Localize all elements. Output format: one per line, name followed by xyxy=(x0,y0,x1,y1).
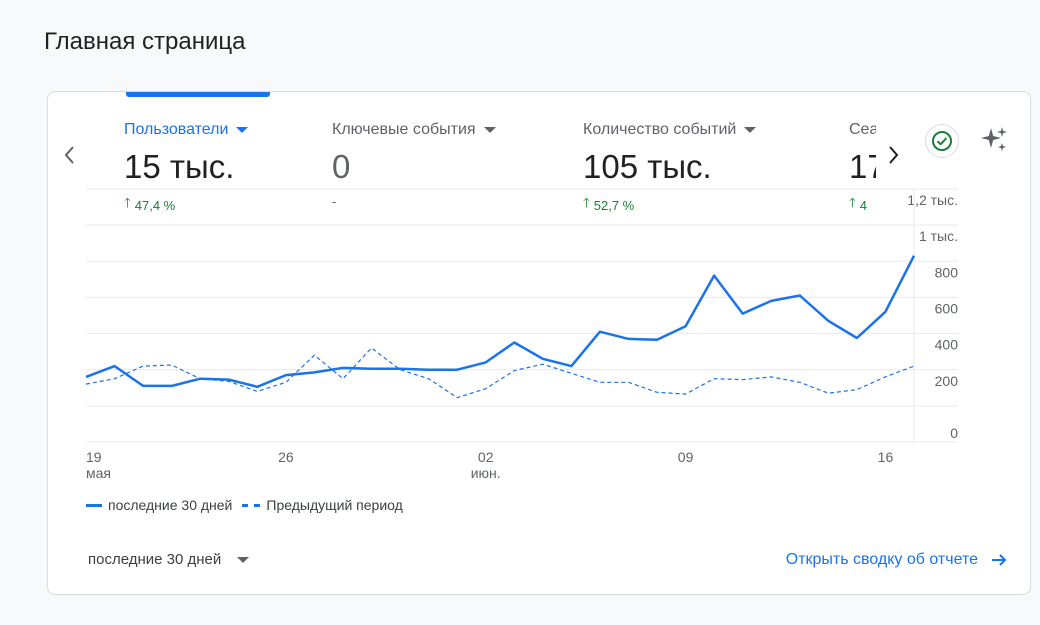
legend-label: Предыдущий период xyxy=(266,497,403,513)
x-tick-label: 19 xyxy=(86,449,102,465)
x-tick-label: 09 xyxy=(678,449,694,465)
dashed-line-swatch xyxy=(242,503,261,507)
y-tick-label: 1,2 тыс. xyxy=(907,192,958,208)
overview-card: Пользователи 15 тыс. 🡑 47,4 % Ключевые со… xyxy=(47,91,1031,595)
users-line-chart: 0 200 400 600 800 1 тыс. 1,2 тыс. 19мая 26 02июн.… xyxy=(85,188,959,481)
x-tick-month-label: мая xyxy=(86,465,111,481)
page-title: Главная страница xyxy=(44,28,246,55)
arrow-right-icon xyxy=(992,554,1007,566)
x-tick-month-label: июн. xyxy=(471,465,501,481)
x-tick-label: 02 xyxy=(478,449,494,465)
solid-line-swatch xyxy=(86,503,102,507)
open-report-label: Открыть сводку об отчете xyxy=(785,551,978,568)
y-tick-label: 600 xyxy=(935,301,959,317)
date-range-select[interactable]: последние 30 дней xyxy=(88,551,250,568)
y-tick-label: 400 xyxy=(935,337,959,353)
caret-down-icon xyxy=(237,556,250,563)
y-tick-label: 200 xyxy=(935,373,959,389)
y-tick-label: 800 xyxy=(935,264,959,280)
series-previous-line xyxy=(85,347,915,399)
legend-label: последние 30 дней xyxy=(108,497,233,513)
y-tick-label: 1 тыс. xyxy=(919,228,958,244)
chart-legend: последние 30 дней Предыдущий период xyxy=(86,497,413,513)
open-report-link[interactable]: Открыть сводку об отчете xyxy=(786,551,1008,569)
date-range-label: последние 30 дней xyxy=(88,551,222,568)
series-current-line xyxy=(85,255,916,389)
legend-item-current: последние 30 дней xyxy=(86,497,232,513)
x-tick-label: 26 xyxy=(278,449,294,465)
legend-item-previous: Предыдущий период xyxy=(242,497,403,513)
y-tick-label: 0 xyxy=(950,425,958,441)
x-tick-label: 16 xyxy=(878,449,894,465)
